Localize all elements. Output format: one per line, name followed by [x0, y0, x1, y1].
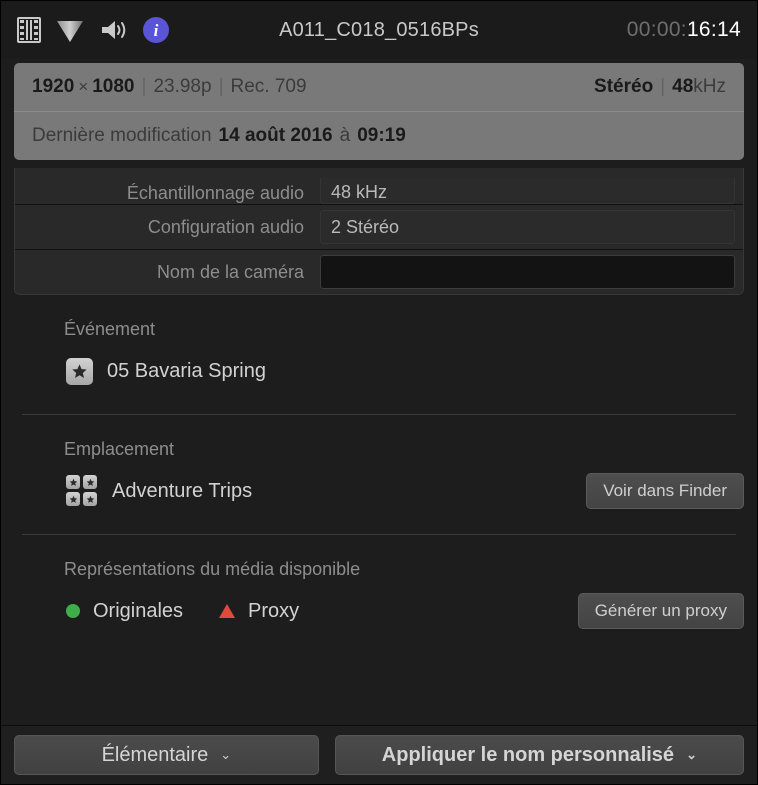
red-triangle-icon: [219, 604, 236, 618]
table-row[interactable]: Nom de la caméra: [15, 250, 743, 294]
timecode-leading: 00:00:: [626, 18, 687, 41]
modified-label: Dernière modification: [32, 125, 212, 146]
audio-speaker-icon[interactable]: [99, 17, 129, 43]
view-level-label: Élémentaire: [101, 743, 209, 766]
view-level-popup-button[interactable]: Élémentaire ⌄: [14, 735, 319, 775]
frame-rate: 23.98p: [153, 76, 212, 97]
library-cell: [66, 492, 80, 506]
library-grid-icon: [66, 475, 98, 507]
media-section-title: Représentations du média disponible: [64, 559, 361, 579]
inspector-tab-icons: i: [17, 17, 169, 43]
apply-custom-name-popup-button[interactable]: Appliquer le nom personnalisé ⌄: [334, 735, 744, 775]
film-strip-icon[interactable]: [17, 17, 41, 43]
event-row[interactable]: 05 Bavaria Spring: [14, 340, 744, 392]
speaker-glyph: [102, 21, 126, 39]
film-strip-glyph: [17, 17, 41, 43]
modified-at-word: à: [339, 125, 351, 146]
camera-name-input[interactable]: [320, 255, 735, 289]
inspector-bottom-bar: Élémentaire ⌄ Appliquer le nom personnal…: [1, 725, 757, 784]
modified-date: 14 août 2016: [218, 125, 333, 146]
media-representations-section: Représentations du média disponible Orig…: [1, 535, 757, 632]
audio-channels: Stéréo: [594, 76, 654, 97]
event-star-icon: [66, 357, 93, 385]
library-cell: [83, 475, 97, 489]
info-icon[interactable]: i: [143, 17, 169, 43]
reveal-in-finder-button[interactable]: Voir dans Finder: [586, 473, 744, 509]
chevron-down-icon: ⌄: [220, 747, 232, 762]
audio-rate-unit: kHz: [693, 76, 726, 97]
star-glyph: [72, 363, 87, 378]
star-glyph: [86, 495, 94, 503]
media-original-status: Originales: [66, 600, 183, 623]
media-proxy-status: Proxy: [219, 600, 299, 623]
inspector-window: i A011_C018_0516BPs 00:00:16:14 1920 × 1…: [0, 0, 758, 785]
audio-rate-number: 48: [672, 76, 694, 97]
library-name: Adventure Trips: [112, 479, 253, 502]
star-glyph: [86, 478, 94, 486]
apply-custom-name-label: Appliquer le nom personnalisé: [381, 743, 675, 766]
location-row[interactable]: Adventure Trips Voir dans Finder: [14, 460, 744, 512]
color-space: Rec. 709: [230, 76, 307, 97]
dimension-separator: ×: [78, 77, 89, 96]
metadata-label: Nom de la caméra: [156, 261, 304, 282]
metadata-label: Échantillonnage audio: [126, 183, 304, 203]
generate-proxy-button[interactable]: Générer un proxy: [577, 593, 744, 629]
inspector-header: i A011_C018_0516BPs 00:00:16:14: [1, 1, 757, 59]
library-cell: [66, 475, 80, 489]
location-section: Emplacement Adventure Trips Voir dans Fi…: [1, 415, 757, 535]
star-glyph: [69, 495, 77, 503]
info-glyph: i: [143, 17, 169, 43]
metadata-value[interactable]: 48 kHz: [320, 178, 735, 204]
media-original-label: Originales: [93, 599, 184, 622]
media-row: Originales Proxy Générer un proxy: [14, 580, 744, 632]
green-circle-icon: [66, 604, 80, 618]
table-row[interactable]: Échantillonnage audio 48 kHz: [15, 168, 743, 205]
event-name: 05 Bavaria Spring: [107, 359, 266, 382]
summary-modified-row: Dernière modification 14 août 2016 à 09:…: [14, 112, 744, 160]
media-proxy-label: Proxy: [248, 599, 300, 622]
media-status-list: Originales Proxy: [66, 600, 335, 623]
table-row[interactable]: Configuration audio 2 Stéréo: [15, 205, 743, 250]
video-scope-icon[interactable]: [55, 17, 85, 43]
event-section: Événement 05 Bavaria Spring: [1, 295, 757, 415]
separator-2: |: [218, 76, 224, 97]
star-glyph: [69, 478, 77, 486]
chevron-down-icon: ⌄: [686, 747, 697, 762]
metadata-label: Configuration audio: [147, 216, 304, 237]
metadata-value[interactable]: 2 Stéréo: [320, 210, 735, 244]
timecode-value: 16:14: [686, 18, 741, 41]
event-section-title: Événement: [64, 319, 156, 339]
location-section-title: Emplacement: [64, 439, 175, 459]
modified-time: 09:19: [357, 125, 406, 146]
summary-format-row: 1920 × 1080 | 23.98p | Rec. 709 Stéréo |…: [14, 63, 744, 112]
library-cell: [83, 492, 97, 506]
triangle-glyph: [57, 21, 83, 42]
timecode-display: 00:00:16:14: [627, 18, 741, 42]
separator-3: |: [660, 76, 666, 97]
video-height: 1080: [92, 76, 135, 97]
clip-summary-plate: 1920 × 1080 | 23.98p | Rec. 709 Stéréo |…: [14, 63, 744, 160]
video-width: 1920: [32, 76, 75, 97]
metadata-table: Échantillonnage audio 48 kHz Configurati…: [14, 168, 744, 295]
separator-1: |: [141, 76, 147, 97]
